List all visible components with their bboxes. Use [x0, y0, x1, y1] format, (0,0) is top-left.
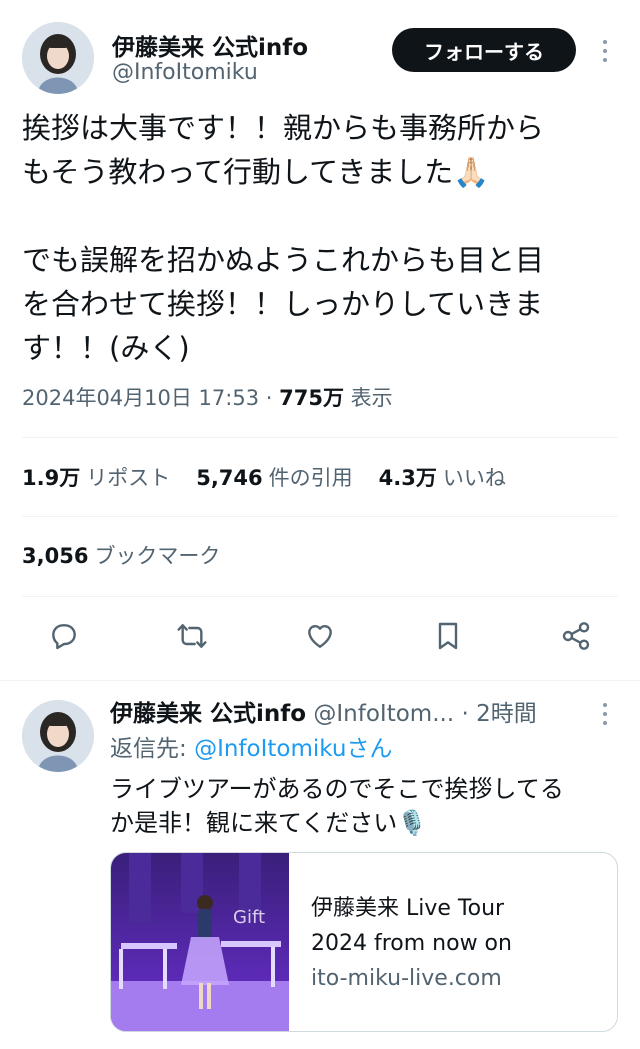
tweet-timestamp[interactable]: 2024年04月10日 17:53: [22, 386, 259, 410]
replying-to-link[interactable]: @InfoItomiku: [194, 736, 346, 762]
divider: [0, 680, 640, 681]
tweet-text-line: す！！(みく): [22, 331, 190, 365]
views-label: 表示: [343, 386, 393, 410]
reply-time[interactable]: 2時間: [476, 701, 537, 727]
author-avatar[interactable]: [22, 22, 94, 94]
tweet-meta: 2024年04月10日 17:53 · 775万 表示: [22, 382, 393, 412]
divider: [22, 437, 618, 438]
replying-to: 返信先: @InfoItomikuさん: [110, 733, 392, 766]
more-options-icon[interactable]: [600, 40, 610, 62]
meta-separator: ·: [259, 386, 280, 410]
bookmarks-stat[interactable]: 3,056 ブックマーク: [22, 540, 220, 570]
card-title-line: 伊藤美来 Live Tour: [311, 896, 505, 921]
replying-to-suffix: さん: [346, 736, 393, 762]
reply-author-name[interactable]: 伊藤美来 公式info: [110, 701, 306, 727]
share-icon[interactable]: [558, 618, 594, 654]
reply-icon[interactable]: [46, 618, 82, 654]
card-domain: ito-miku-live.com: [311, 966, 502, 991]
divider: [22, 516, 618, 517]
reposts-stat[interactable]: 1.9万 リポスト: [22, 462, 170, 492]
author-handle[interactable]: @InfoItomiku: [112, 60, 258, 85]
author-name[interactable]: 伊藤美来 公式info: [112, 28, 308, 62]
views-count: 775万: [279, 386, 344, 410]
card-title-line: 2024 from now on: [311, 931, 512, 956]
svg-text:Gift: Gift: [233, 907, 265, 928]
heart-icon[interactable]: [302, 618, 338, 654]
retweet-icon[interactable]: [174, 618, 210, 654]
reply-author-handle[interactable]: @InfoItom...: [313, 701, 454, 727]
reply-separator: ·: [454, 701, 477, 727]
reply-text: ライブツアーがあるのでそこで挨拶してる か是非！観に来てください🎙️: [110, 772, 624, 840]
divider: [22, 596, 618, 597]
tweet-text: 挨拶は大事です！！親からも事務所から もそう教わって行動してきました🙏🏻 でも誤…: [22, 106, 622, 370]
reply-more-options-icon[interactable]: [600, 703, 610, 725]
reply-text-line: ライブツアーがあるのでそこで挨拶してる: [110, 775, 564, 803]
bookmark-icon[interactable]: [430, 618, 466, 654]
card-text: 伊藤美来 Live Tour 2024 from now on ito-miku…: [311, 891, 512, 996]
link-card[interactable]: Gift 伊藤美来 Live Tour 2024 from now on ito…: [110, 852, 618, 1032]
quotes-stat[interactable]: 5,746 件の引用: [196, 462, 352, 492]
replying-to-prefix: 返信先:: [110, 736, 195, 762]
action-bar: [0, 618, 640, 658]
card-image: Gift: [111, 853, 289, 1031]
tweet-text-line: 挨拶は大事です！！親からも事務所から: [22, 111, 545, 145]
reply-header: 伊藤美来 公式info @InfoItom... · 2時間: [110, 698, 537, 731]
reply-text-line: か是非！観に来てください🎙️: [110, 809, 428, 837]
reply-author-avatar[interactable]: [22, 700, 94, 772]
follow-button[interactable]: フォローする: [392, 28, 576, 72]
tweet-text-line: もそう教わって行動してきました🙏🏻: [22, 155, 490, 189]
likes-stat[interactable]: 4.3万 いいね: [379, 462, 506, 492]
tweet-text-line: を合わせて挨拶！！しっかりしていきま: [22, 287, 544, 321]
engagement-stats: 1.9万 リポスト 5,746 件の引用 4.3万 いいね: [22, 462, 506, 492]
tweet-text-line: でも誤解を招かぬようこれからも目と目: [22, 243, 545, 277]
